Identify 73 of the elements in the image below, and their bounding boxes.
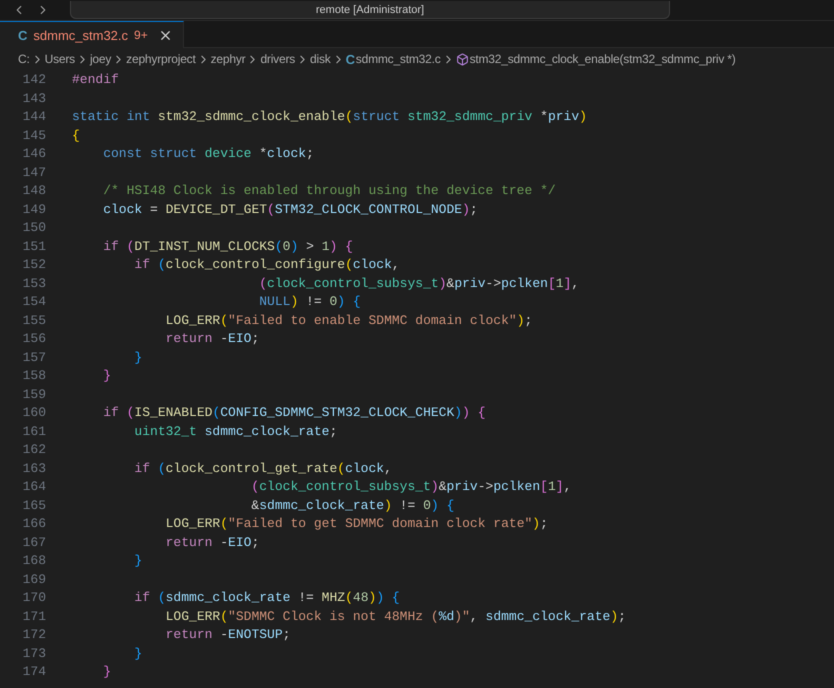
line-number: 142 (22, 71, 46, 89)
line-number: 148 (22, 182, 46, 200)
code-line: } (133, 552, 142, 570)
line-number: 150 (22, 219, 46, 237)
line-number: 173 (22, 644, 46, 662)
code-line: clock = DEVICE_DT_GET(STM32_CLOCK_CONTROL_NODE); (102, 200, 478, 218)
breadcrumb-item[interactable]: sdmmc_stm32.c (356, 52, 441, 66)
breadcrumb-item[interactable]: stm32_sdmmc_clock_enable(stm32_sdmmc_priv *) (470, 52, 736, 66)
line-number: 171 (22, 608, 46, 626)
code-line: } (133, 644, 142, 662)
line-number: 164 (22, 478, 46, 496)
line-number: 167 (22, 534, 46, 552)
code-line: if (sdmmc_clock_rate != MHZ(48)) { (133, 589, 400, 607)
editor-tab[interactable]: C sdmmc_stm32.c 9+ (0, 21, 184, 48)
line-number: 159 (22, 386, 46, 404)
line-number: 165 (22, 496, 46, 514)
line-number: 154 (22, 293, 46, 311)
code-line: if (clock_control_configure(clock, (133, 256, 400, 274)
code-line: /* HSI48 Clock is enabled through using the device tree */ (102, 182, 556, 200)
code-line: (clock_control_subsys_t)&priv->pclken[1], (258, 274, 580, 292)
code-line: if (clock_control_get_rate(clock, (133, 460, 392, 478)
code-line: LOG_ERR("SDMMC Clock is not 48MHz (%d)", sdmmc_clock_rate); (164, 608, 626, 626)
line-number: 162 (22, 441, 46, 459)
line-number: 153 (22, 274, 46, 292)
code-line: { (72, 126, 80, 144)
breadcrumb-item[interactable]: C: (18, 52, 30, 66)
line-number: 149 (22, 200, 46, 218)
line-number: 168 (22, 552, 46, 570)
line-number: 144 (22, 108, 46, 126)
line-number: 143 (22, 90, 46, 108)
line-number: 170 (22, 589, 46, 607)
line-number: 158 (22, 367, 46, 385)
line-number: 145 (22, 126, 46, 144)
code-line: NULL) != 0) { (258, 293, 361, 311)
code-line: return -ENOTSUP; (164, 626, 290, 644)
breadcrumb-item[interactable]: zephyrproject (126, 52, 196, 66)
line-number: 155 (22, 312, 46, 330)
line-number: 156 (22, 330, 46, 348)
line-number: 146 (22, 145, 46, 163)
line-number: 172 (22, 626, 46, 644)
code-line: static int stm32_sdmmc_clock_enable(struct stm32_sdmmc_priv *priv) (72, 108, 587, 126)
line-number: 166 (22, 515, 46, 533)
code-line: const struct device *clock; (102, 145, 314, 163)
breadcrumb-item[interactable]: zephyr (210, 52, 246, 66)
code-line: return -EIO; (164, 330, 260, 348)
cube-icon (456, 52, 469, 66)
breadcrumb-item[interactable]: Users (44, 52, 75, 66)
code-line: } (133, 348, 142, 366)
breadcrumb-item[interactable]: disk (310, 52, 331, 66)
code-line: &sdmmc_clock_rate) != 0) { (250, 496, 454, 514)
line-number: 174 (22, 663, 46, 681)
line-number: 163 (22, 460, 46, 478)
line-number: 151 (22, 238, 46, 256)
breadcrumb-item[interactable]: joey (90, 52, 112, 66)
c-file-icon: C (346, 52, 355, 66)
code-line: if (IS_ENABLED(CONFIG_SDMMC_STM32_CLOCK_CHECK)) { (102, 404, 486, 422)
code-line: (clock_control_subsys_t)&priv->pclken[1], (250, 478, 572, 496)
line-number: 169 (22, 570, 46, 588)
command-center[interactable]: remote [Administrator] (70, 1, 670, 19)
code-line: } (102, 367, 112, 385)
line-number: 160 (22, 404, 46, 422)
line-number: 161 (22, 422, 46, 440)
breadcrumb-item[interactable]: drivers (260, 52, 296, 66)
line-number: 152 (22, 256, 46, 274)
code-line: uint32_t sdmmc_clock_rate; (133, 422, 338, 440)
code-line: LOG_ERR("Failed to get SDMMC domain clock rate"); (164, 515, 548, 533)
code-line: } (102, 663, 112, 681)
code-line: LOG_ERR("Failed to enable SDMMC domain clock"); (164, 312, 532, 330)
code-line: return -EIO; (164, 534, 260, 552)
line-number: 147 (22, 164, 46, 182)
code-line: #endif (72, 71, 119, 89)
line-number: 157 (22, 348, 46, 366)
code-line: if (DT_INST_NUM_CLOCKS(0) > 1) { (102, 238, 353, 256)
